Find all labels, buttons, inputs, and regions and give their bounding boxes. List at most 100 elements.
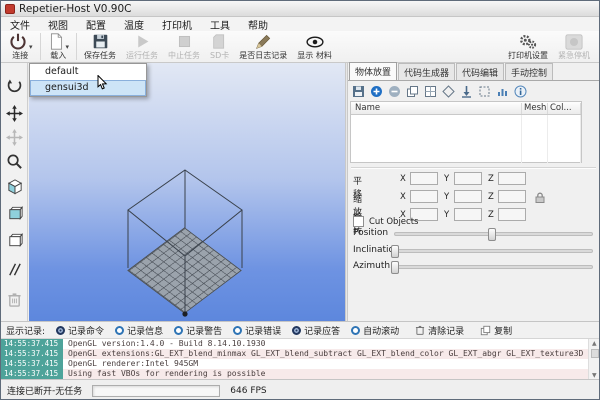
position-slider[interactable] xyxy=(394,232,593,236)
scrollbar-thumb[interactable] xyxy=(591,349,599,358)
front-view-button[interactable] xyxy=(4,202,25,223)
azimuth-slider[interactable] xyxy=(394,265,593,269)
main-toolbar: ▾ 连接 ▾ 载入 xyxy=(1,31,600,63)
connect-label: 连接 xyxy=(12,51,28,61)
log-line: 14:55:37.415OpenGL extensions:GL_EXT_ble… xyxy=(1,349,600,359)
dropdown-item-default[interactable]: default xyxy=(30,64,146,80)
add-object-icon[interactable] xyxy=(369,84,383,98)
load-button[interactable]: ▾ 载入 xyxy=(43,31,75,62)
toggle-icon xyxy=(115,326,124,335)
log-commands-toggle[interactable]: 记录命令 xyxy=(56,324,104,337)
azimuth-slider-row: Azimuth xyxy=(348,260,600,275)
scroll-down-icon[interactable]: ▼ xyxy=(592,372,597,379)
column-name[interactable]: Name xyxy=(355,103,380,113)
move-object-button[interactable] xyxy=(4,103,25,124)
slider-handle[interactable] xyxy=(488,228,496,241)
remove-object-icon[interactable] xyxy=(387,84,401,98)
menu-printer[interactable]: 打印机 xyxy=(153,17,201,32)
zoom-view-button[interactable] xyxy=(4,151,25,172)
job-status: 无任务 xyxy=(55,384,82,397)
panel-tabs: 物体放置 代码生成器 代码编辑 手动控制 xyxy=(349,64,554,80)
save-job-label: 保存任务 xyxy=(84,51,116,61)
emergency-stop-label: 紧急停机 xyxy=(558,51,590,61)
sd-card-icon xyxy=(212,33,227,50)
run-job-button[interactable]: 运行任务 xyxy=(121,31,163,62)
trash-icon xyxy=(415,324,425,336)
tab-gcode-editor[interactable]: 代码编辑 xyxy=(456,63,504,80)
scroll-up-icon[interactable]: ▲ xyxy=(592,340,597,347)
delete-object-button[interactable] xyxy=(4,289,25,310)
log-area[interactable]: 14:55:37.415OpenGL version:1.4.0 - Build… xyxy=(1,338,600,379)
rotate-view-button[interactable] xyxy=(4,75,25,96)
emergency-stop-button[interactable]: 紧急停机 xyxy=(553,31,595,62)
floppy-icon xyxy=(92,33,109,50)
info-icon[interactable] xyxy=(513,84,527,98)
center-object-icon[interactable] xyxy=(423,84,437,98)
log-errors-toggle[interactable]: 记录错误 xyxy=(233,324,281,337)
kill-job-button[interactable]: 中止任务 xyxy=(163,31,205,62)
tab-manual-control[interactable]: 手动控制 xyxy=(505,63,553,80)
scale-z-input[interactable] xyxy=(498,190,526,203)
title-bar[interactable]: Repetier-Host V0.90C xyxy=(1,1,600,17)
connect-button[interactable]: ▾ 连接 xyxy=(3,31,38,62)
selection-icon[interactable] xyxy=(477,84,491,98)
menu-file[interactable]: 文件 xyxy=(1,17,39,32)
parallel-lines-icon xyxy=(6,261,23,278)
tab-slicer[interactable]: 代码生成器 xyxy=(398,63,455,80)
copy-log-button[interactable]: 复制 xyxy=(480,324,512,337)
scale-y-input[interactable] xyxy=(454,190,482,203)
log-ack-toggle[interactable]: 记录应答 xyxy=(292,324,340,337)
slider-handle[interactable] xyxy=(391,261,399,274)
save-object-icon[interactable] xyxy=(351,84,365,98)
azimuth-label: Azimuth xyxy=(353,261,390,271)
menu-tools[interactable]: 工具 xyxy=(201,17,239,32)
menu-temperature[interactable]: 温度 xyxy=(115,17,153,32)
log-info-toggle[interactable]: 记录信息 xyxy=(115,324,163,337)
stop-icon xyxy=(176,33,193,50)
printer-config-dropdown: default gensui3d xyxy=(29,63,147,97)
run-job-label: 运行任务 xyxy=(126,51,158,61)
log-line: 14:55:37.415OpenGL renderer:Intel 945GM xyxy=(1,359,600,369)
isometric-view-button[interactable] xyxy=(4,176,25,197)
tab-object-placement[interactable]: 物体放置 xyxy=(349,62,397,80)
column-col[interactable]: Col... xyxy=(550,103,572,113)
rotate-z-input[interactable] xyxy=(498,208,526,221)
clear-log-button[interactable]: 清除记录 xyxy=(415,324,464,337)
3d-viewport[interactable] xyxy=(29,63,345,321)
dropdown-item-gensui3d[interactable]: gensui3d xyxy=(30,80,146,96)
translate-z-input[interactable] xyxy=(498,172,526,185)
menu-help[interactable]: 帮助 xyxy=(239,17,277,32)
log-scrollbar[interactable]: ▲ ▼ xyxy=(588,339,600,379)
lock-aspect-icon[interactable] xyxy=(534,191,546,207)
slider-handle[interactable] xyxy=(391,245,399,258)
column-mesh[interactable]: Mesh xyxy=(524,103,546,113)
menu-view[interactable]: 视图 xyxy=(39,17,77,32)
autoscroll-toggle[interactable]: 自动滚动 xyxy=(351,324,399,337)
iso-cube-icon xyxy=(6,178,24,196)
autoposition-icon[interactable] xyxy=(441,84,455,98)
parallel-projection-button[interactable] xyxy=(4,259,25,280)
toolbar-separator xyxy=(76,33,77,60)
sd-card-button[interactable]: SD卡 xyxy=(205,31,234,62)
show-filament-button[interactable]: 显示 材料 xyxy=(292,31,337,62)
translate-x-input[interactable] xyxy=(410,172,438,185)
statistics-icon[interactable] xyxy=(495,84,509,98)
cut-objects-label: Cut Objects xyxy=(369,217,418,227)
log-warnings-toggle[interactable]: 记录警告 xyxy=(174,324,222,337)
scale-x-input[interactable] xyxy=(410,190,438,203)
copy-object-icon[interactable] xyxy=(405,84,419,98)
printer-settings-button[interactable]: 打印机设置 xyxy=(503,31,553,62)
toggle-log-button[interactable]: 是否日志记录 xyxy=(234,31,292,62)
log-line: 14:55:37.415OpenGL version:1.4.0 - Build… xyxy=(1,339,600,349)
rotate-y-input[interactable] xyxy=(454,208,482,221)
inclination-slider[interactable] xyxy=(394,249,593,253)
menu-config[interactable]: 配置 xyxy=(77,17,115,32)
drop-object-icon[interactable] xyxy=(459,84,473,98)
save-job-button[interactable]: 保存任务 xyxy=(79,31,121,62)
translate-y-input[interactable] xyxy=(454,172,482,185)
move-viewpoint-button[interactable] xyxy=(4,127,25,148)
object-list-table[interactable]: Name Mesh Col... xyxy=(350,101,582,163)
move-icon xyxy=(6,105,23,122)
top-view-button[interactable] xyxy=(4,229,25,250)
cut-objects-checkbox[interactable] xyxy=(353,216,364,227)
